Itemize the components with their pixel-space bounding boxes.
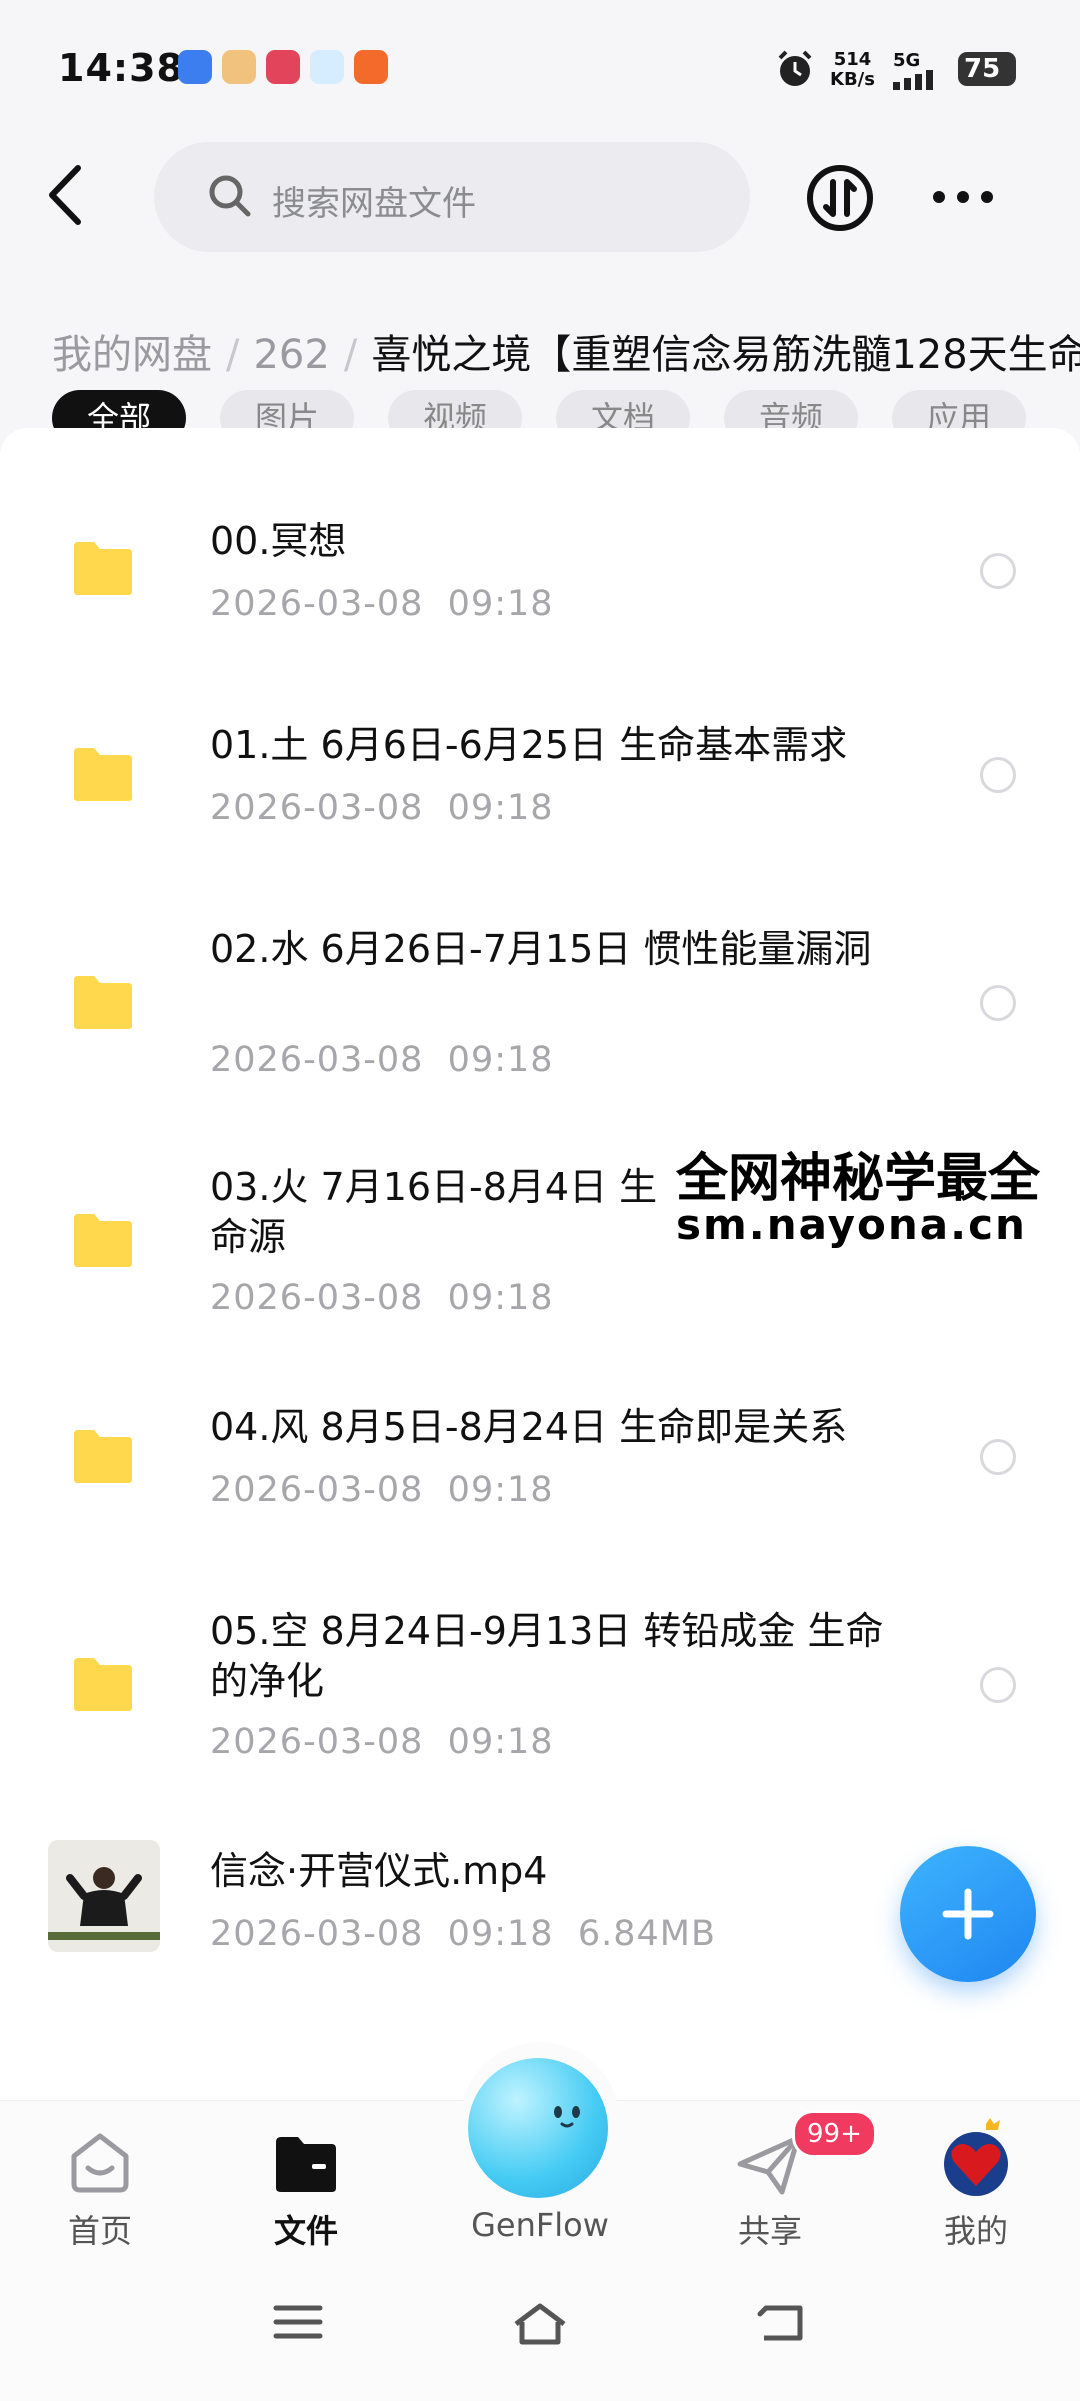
item-time: 09:18 xyxy=(447,1914,554,1954)
item-time: 09:18 xyxy=(447,1722,554,1762)
breadcrumb-root[interactable]: 我的网盘 xyxy=(52,332,212,378)
item-meta: 2026-03-08 09:18 xyxy=(210,788,554,828)
genflow-button[interactable] xyxy=(468,2058,608,2198)
home-icon xyxy=(71,2133,129,2193)
item-time: 09:18 xyxy=(447,1470,554,1510)
app-notification-icon xyxy=(222,50,256,84)
search-icon xyxy=(209,175,251,217)
nav-home-label: 首页 xyxy=(67,2212,132,2250)
item-title: 03.火 7月16日-8月4日 生命源 xyxy=(210,1165,658,1259)
item-meta: 2026-03-08 09:18 6.84MB xyxy=(210,1914,716,1954)
item-time: 09:18 xyxy=(447,584,554,624)
app-notification-icon xyxy=(354,50,388,84)
back-system-icon[interactable] xyxy=(756,2300,808,2344)
item-meta: 2026-03-08 09:18 xyxy=(210,1040,554,1080)
select-radio[interactable] xyxy=(980,553,1016,589)
item-title: 01.土 6月6日-6月25日 生命基本需求 xyxy=(210,723,848,767)
item-meta: 2026-03-08 09:18 xyxy=(210,1470,554,1510)
watermark-url: sm.nayona.cn xyxy=(676,1200,1027,1249)
item-time: 09:18 xyxy=(447,1040,554,1080)
nav-share-label: 共享 xyxy=(737,2212,802,2250)
folder-icon xyxy=(74,976,132,1029)
item-date: 2026-03-08 xyxy=(210,1278,424,1318)
more-options-icon[interactable] xyxy=(932,190,994,204)
item-time: 09:18 xyxy=(447,1278,554,1318)
folder-icon xyxy=(74,542,132,595)
folder-icon xyxy=(74,1214,132,1267)
battery-level: 75 xyxy=(964,54,1001,84)
app-notification-icon xyxy=(266,50,300,84)
nav-me-label: 我的 xyxy=(943,2212,1008,2250)
signal-icon xyxy=(893,70,933,90)
nav-files-label: 文件 xyxy=(273,2212,338,2250)
select-radio[interactable] xyxy=(980,985,1016,1021)
menu-icon[interactable] xyxy=(272,2300,324,2344)
list-item[interactable] xyxy=(0,690,1080,860)
battery-indicator: 75 xyxy=(958,52,1016,86)
item-meta: 2026-03-08 09:18 xyxy=(210,1278,554,1318)
folder-icon xyxy=(74,1658,132,1711)
item-date: 2026-03-08 xyxy=(210,1722,424,1762)
status-time: 14:38 xyxy=(58,46,184,90)
share-badge: 99+ xyxy=(792,2110,877,2158)
speed-unit: KB/s xyxy=(830,69,875,90)
item-title: 02.水 6月26日-7月15日 惯性能量漏洞 xyxy=(210,927,872,971)
speed-value: 514 xyxy=(833,49,872,70)
item-date: 2026-03-08 xyxy=(210,1040,424,1080)
item-meta: 2026-03-08 09:18 xyxy=(210,584,554,624)
item-date: 2026-03-08 xyxy=(210,1914,424,1954)
select-radio[interactable] xyxy=(980,1667,1016,1703)
person-icon xyxy=(48,1840,160,1952)
item-meta: 2026-03-08 09:18 xyxy=(210,1722,554,1762)
breadcrumb: 我的网盘 / 262 / 喜悦之境【重塑信念易筋洗髓128天生命 xyxy=(52,322,1080,380)
item-time: 09:18 xyxy=(447,788,554,828)
add-button[interactable] xyxy=(900,1846,1036,1982)
app-notification-icon xyxy=(310,50,344,84)
item-title: 00.冥想 xyxy=(210,519,347,563)
breadcrumb-current: 喜悦之境【重塑信念易筋洗髓128天生命 xyxy=(371,332,1080,378)
breadcrumb-level1[interactable]: 262 xyxy=(253,332,329,378)
select-radio[interactable] xyxy=(980,757,1016,793)
back-arrow-icon[interactable] xyxy=(40,160,90,230)
avatar xyxy=(944,2118,1008,2196)
breadcrumb-separator: / xyxy=(226,332,240,378)
app-notification-icon xyxy=(178,50,212,84)
folder-icon xyxy=(74,748,132,801)
video-thumbnail xyxy=(48,1840,160,1952)
search-placeholder: 搜索网盘文件 xyxy=(272,184,476,224)
item-title: 05.空 8月24日-9月13日 转铅成金 生命的净化 xyxy=(210,1609,884,1703)
item-date: 2026-03-08 xyxy=(210,788,424,828)
plus-icon xyxy=(942,1888,994,1940)
network-speed: 514 KB/s xyxy=(830,50,875,90)
item-date: 2026-03-08 xyxy=(210,1470,424,1510)
breadcrumb-separator: / xyxy=(343,332,358,378)
home-system-icon[interactable] xyxy=(510,2300,570,2348)
nav-genflow-label: GenFlow xyxy=(471,2206,609,2244)
item-title: 04.风 8月5日-8月24日 生命即是关系 xyxy=(210,1405,848,1449)
item-title: 信念·开营仪式.mp4 xyxy=(210,1849,548,1893)
item-date: 2026-03-08 xyxy=(210,584,424,624)
select-radio[interactable] xyxy=(980,1439,1016,1475)
alarm-icon xyxy=(778,50,812,86)
genflow-face-icon xyxy=(554,2106,580,2128)
item-size: 6.84MB xyxy=(577,1914,716,1954)
folder-icon xyxy=(74,1430,132,1483)
folder-icon xyxy=(276,2137,336,2192)
transfer-icon[interactable] xyxy=(806,164,874,232)
